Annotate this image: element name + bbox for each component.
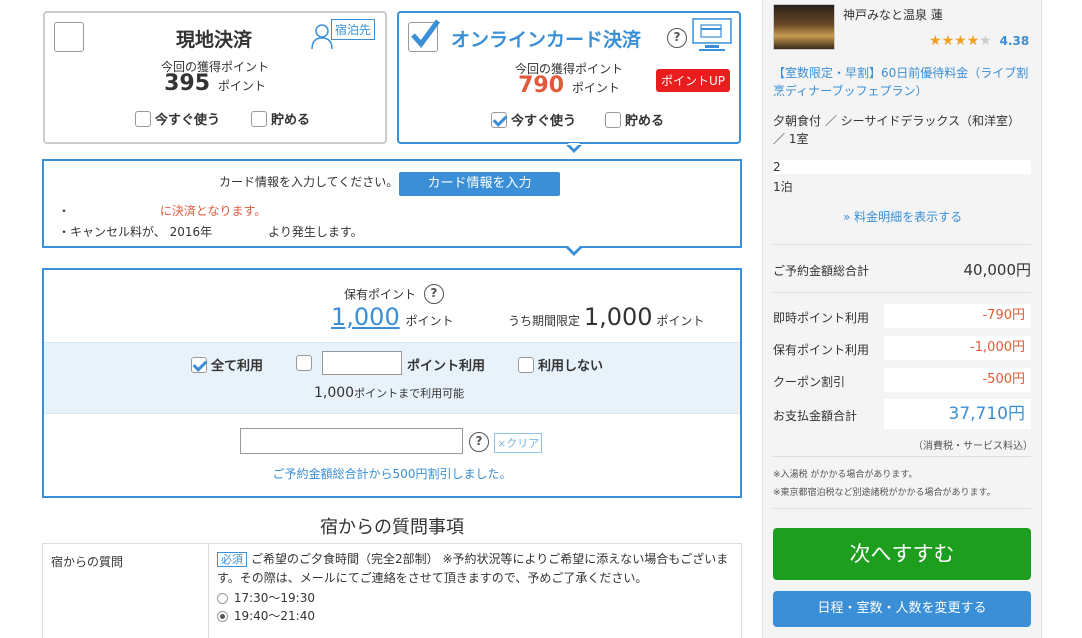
dinner-option-2-radio[interactable] — [217, 611, 228, 622]
held-points-help-icon[interactable]: ? — [423, 284, 444, 304]
card-info-button[interactable]: カード情報を入力 — [399, 172, 560, 196]
instant-points-value: -790円 — [884, 304, 1031, 328]
dinner-option-1-label[interactable]: 17:30〜19:30 — [234, 591, 315, 605]
online-save-checkbox[interactable] — [605, 111, 621, 128]
hotel-badge-label: 宿泊先 — [331, 19, 376, 40]
cancel-note: ・キャンセル料が、 2016年 — [58, 225, 213, 239]
tax-note: （消費税・サービス料込） — [913, 441, 1033, 452]
payment-note-bullet: ・ — [58, 204, 71, 218]
star-icon: ★ — [941, 33, 955, 49]
star-icon: ★ — [929, 33, 942, 49]
pay-total-value: 37,710円 — [884, 399, 1031, 429]
points-panel: 保有ポイント ? 1,000 ポイント うち期間限定 1,000 ポイント 全て… — [42, 268, 742, 498]
dinner-option-2-label[interactable]: 19:40〜21:40 — [234, 609, 315, 623]
card-monitor-icon — [691, 17, 735, 56]
questions-table: 宿からの質問 必須 ご希望のご夕食時間（完全2部制） ※予約状況等によりご希望に添… — [42, 543, 742, 638]
pay-total-label: お支払金額合計 — [773, 409, 858, 423]
total-value: 40,000円 — [963, 261, 1032, 279]
dinner-option-1-radio[interactable] — [217, 593, 228, 604]
online-card-pointer — [566, 143, 582, 153]
limited-points-label: うち期間限定 — [508, 314, 581, 328]
held-points-use-label: 保有ポイント利用 — [773, 343, 870, 357]
questions-heading: 宿からの質問事項 — [320, 517, 464, 538]
no-use-checkbox[interactable] — [518, 356, 534, 373]
hotel-thumbnail[interactable] — [773, 4, 835, 50]
rating-stars: ★★★★★ 4.38 — [929, 33, 1029, 49]
online-use-now-label[interactable]: 今すぐ使う — [511, 114, 576, 129]
no-use-label[interactable]: 利用しない — [538, 359, 603, 374]
local-points-value: 395 — [164, 71, 211, 96]
lodging-tax-note: ※東京都宿泊税など別途諸税がかかる場合があります。 — [773, 488, 996, 498]
use-points-label[interactable]: ポイント利用 — [407, 355, 485, 374]
total-label: ご予約金額総合計 — [773, 264, 870, 278]
reservation-summary-sidebar: 神戸みなと温泉 蓮 ★★★★★ 4.38 【室数限定・早割】60日前優待料金（ラ… — [762, 0, 1042, 638]
local-payment-checkbox[interactable] — [54, 22, 84, 52]
held-points-unit: ポイント — [405, 314, 454, 328]
online-help-icon[interactable]: ? — [667, 28, 687, 48]
use-points-checkbox[interactable] — [296, 355, 312, 371]
coupon-message: ご予約金額総合計から500円割引しました。 — [272, 467, 512, 481]
local-save-checkbox[interactable] — [251, 110, 267, 127]
star-empty-icon: ★ — [979, 33, 992, 49]
star-icon: ★ — [966, 33, 980, 49]
person-icon — [311, 24, 333, 49]
local-use-now-label[interactable]: 今すぐ使う — [155, 113, 220, 128]
online-payment-card[interactable]: オンラインカード決済 ? 今回の獲得ポイント 790 ポイント ポイントUP 今… — [397, 11, 741, 144]
stay-nights: 1泊 — [773, 180, 793, 194]
available-points-suffix: ポイントまで利用可能 — [354, 387, 465, 400]
rating-value: 4.38 — [999, 34, 1030, 48]
change-dates-button[interactable]: 日程・室数・人数を変更する — [773, 591, 1031, 627]
questions-row-label-cell: 宿からの質問 — [43, 544, 209, 638]
points-amount-input[interactable] — [322, 351, 402, 375]
online-save-label[interactable]: 貯める — [625, 114, 664, 129]
online-use-now-checkbox[interactable] — [491, 111, 507, 128]
hotel-name[interactable]: 神戸みなと温泉 蓮 — [843, 6, 943, 23]
cancel-note-tail: より発生します。 — [268, 225, 363, 239]
questions-row-label: 宿からの質問 — [51, 555, 124, 569]
local-save-label[interactable]: 貯める — [271, 113, 310, 128]
payment-note-red: に決済となります。 — [159, 204, 267, 218]
question-text: ご希望のご夕食時間（完全2部制） ※予約状況等によりご希望に添えない場合もござい… — [217, 552, 729, 585]
room-info: 夕朝食付 ／ シーサイドデラックス（和洋室） ／ 1室 — [773, 114, 1021, 146]
local-use-now-checkbox[interactable] — [135, 110, 151, 127]
points-usage-row: 全て利用 ポイント利用 利用しない 1,000ポイントまで利用可能 — [44, 342, 740, 414]
available-points-value: 1,000 — [314, 385, 355, 401]
card-info-pointer — [566, 246, 582, 256]
coupon-discount-label: クーポン割引 — [773, 375, 846, 389]
held-points-value[interactable]: 1,000 — [331, 303, 400, 331]
required-badge: 必須 — [217, 552, 247, 567]
coupon-discount-value: -500円 — [884, 368, 1031, 392]
next-button[interactable]: 次へすすむ — [773, 528, 1031, 580]
limited-points-unit: ポイント — [656, 314, 705, 328]
show-fee-details-link[interactable]: » 料金明細を表示する — [843, 208, 962, 225]
card-info-panel: カード情報を入力してください。 カード情報を入力 ・ に決済となります。 ・キャ… — [42, 159, 742, 248]
local-points-unit: ポイント — [217, 79, 266, 93]
point-up-badge: ポイントUP — [656, 69, 731, 92]
stay-date: 2 — [773, 160, 1031, 174]
held-points-use-value: -1,000円 — [884, 336, 1031, 360]
star-icon: ★ — [954, 33, 967, 49]
online-payment-title: オンラインカード決済 — [451, 29, 642, 51]
hotel-badge: 宿泊先 — [311, 19, 383, 49]
use-all-label[interactable]: 全て利用 — [211, 359, 263, 374]
instant-points-label: 即時ポイント利用 — [773, 311, 870, 325]
plan-name[interactable]: 【室数限定・早割】60日前優待料金（ライブ割烹ディナーブッフェプラン） — [773, 64, 1035, 100]
local-payment-title: 現地決済 — [176, 29, 253, 51]
coupon-clear-button[interactable]: ×クリア — [494, 433, 543, 453]
online-points-unit: ポイント — [571, 81, 620, 95]
held-points-label: 保有ポイント — [344, 287, 417, 302]
online-payment-checkbox[interactable] — [408, 19, 441, 52]
limited-points-value: 1,000 — [583, 303, 653, 331]
coupon-input[interactable] — [240, 428, 463, 454]
coupon-help-icon[interactable]: ? — [469, 432, 489, 452]
card-info-prompt: カード情報を入力してください。 — [219, 175, 399, 189]
online-points-value: 790 — [518, 73, 565, 98]
use-all-checkbox[interactable] — [191, 356, 207, 373]
checkmark-icon — [411, 19, 441, 48]
local-payment-card[interactable]: 現地決済 宿泊先 今回の獲得ポイント 395 ポイント 今すぐ使う 貯める — [43, 11, 387, 144]
bath-tax-note: ※入湯税 がかかる場合があります。 — [773, 470, 918, 480]
